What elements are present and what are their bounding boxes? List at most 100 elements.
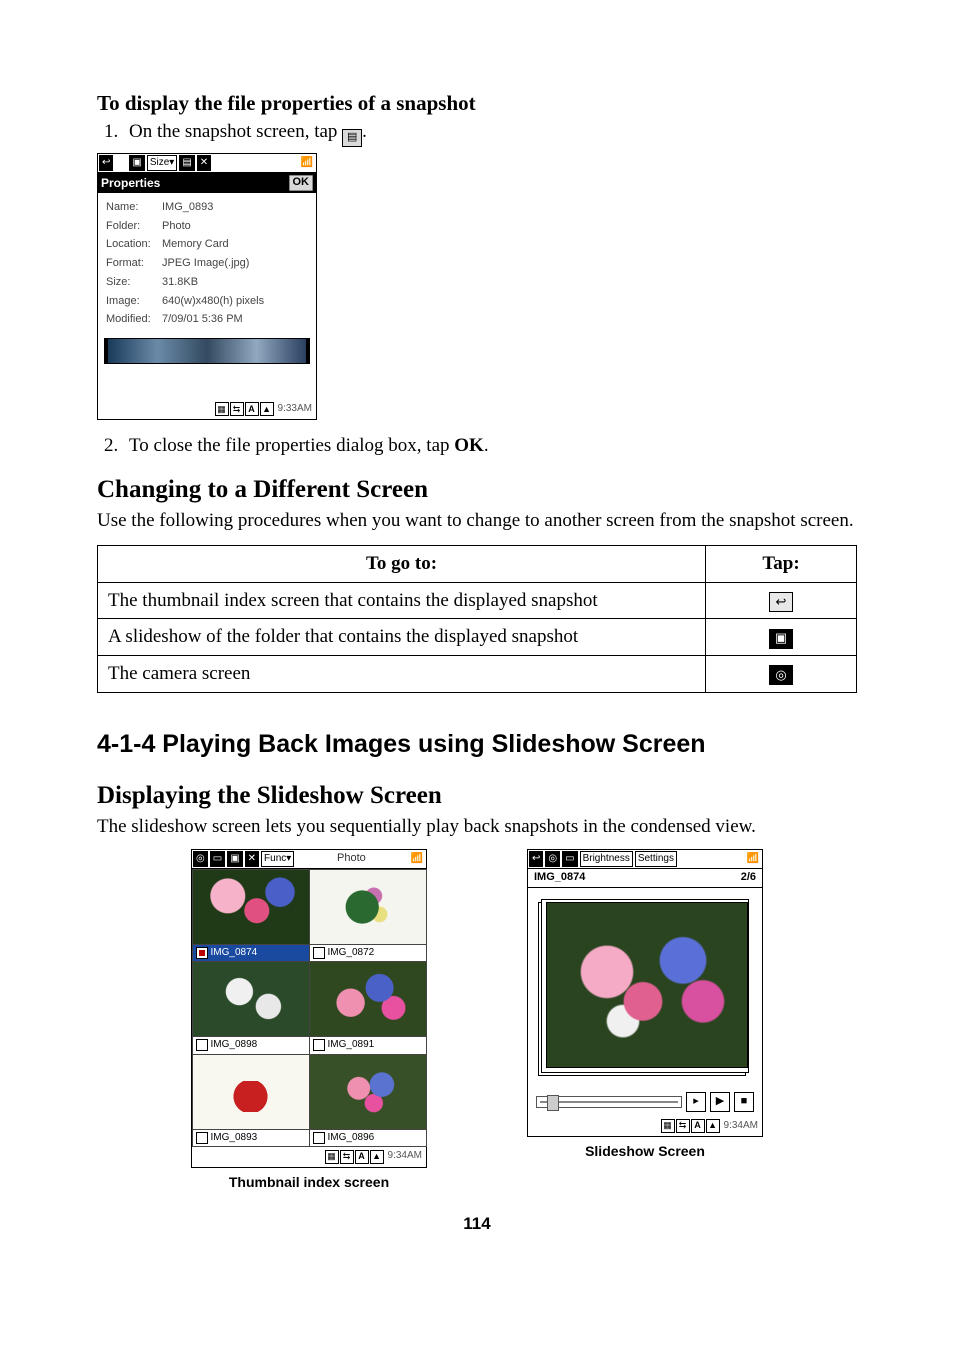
- antenna-icon: 📶: [745, 852, 761, 866]
- chevron-down-icon: ▾: [286, 853, 291, 866]
- properties-screenshot: ↩ ▣ Size▾ ▤ ✕ 📶 Properties OK Name:IMG_0…: [97, 153, 317, 420]
- thumbnail-name: IMG_0896: [328, 1132, 375, 1145]
- nav-header-tap: Tap:: [706, 545, 857, 582]
- thumbnail-index-icon[interactable]: ↩: [769, 592, 793, 612]
- thumb-top-bar: ◎ ▭ ▣ ✕ Func▾ Photo 📶: [192, 850, 426, 869]
- thumbnail-name: IMG_0874: [211, 947, 258, 960]
- up-arrow-icon: ▲: [260, 402, 274, 416]
- progress-slider[interactable]: [536, 1096, 682, 1108]
- sync-icon: ⇆: [340, 1150, 354, 1164]
- clock-time: 9:33AM: [278, 403, 312, 416]
- up-arrow-icon: ▲: [706, 1119, 720, 1133]
- heading-changing-screen: Changing to a Different Screen: [97, 474, 857, 505]
- slide-image-stack: [536, 896, 754, 1078]
- thumbnail-grid: IMG_0874 IMG_0872 IMG_0898 IMG_0891 IMG_…: [192, 869, 426, 1147]
- paragraph-display-slideshow: The slideshow screen lets you sequential…: [97, 815, 857, 839]
- sync-icon: ⇆: [230, 402, 244, 416]
- thumbnail-cell[interactable]: IMG_0891: [309, 961, 427, 1055]
- stop-button[interactable]: ■: [734, 1092, 754, 1112]
- antenna-icon: 📶: [299, 156, 315, 170]
- thumb-type-icon: [196, 1039, 208, 1051]
- menu-icon: ▦: [661, 1119, 675, 1133]
- func-dropdown: Func▾: [261, 851, 294, 867]
- prop-value-folder: Photo: [162, 220, 191, 234]
- properties-title: Properties: [101, 176, 160, 191]
- step-2-text-a: To close the file properties dialog box,…: [129, 435, 454, 456]
- folder-label: Photo: [295, 852, 407, 866]
- prop-label-size: Size:: [106, 276, 162, 290]
- settings-button[interactable]: Settings: [635, 851, 677, 867]
- slide-current-image: [546, 902, 748, 1068]
- step-1-text-b: .: [362, 121, 367, 142]
- up-arrow-icon: ▲: [370, 1150, 384, 1164]
- prop-value-size: 31.8KB: [162, 276, 198, 290]
- text-a-icon: A: [245, 402, 259, 416]
- nav-row-thumb-text: The thumbnail index screen that contains…: [98, 582, 706, 619]
- camera-nav-icon[interactable]: ◎: [769, 665, 793, 685]
- slide-counter: 2/6: [741, 871, 756, 885]
- properties-title-bar: Properties OK: [98, 173, 316, 193]
- page-number: 114: [97, 1213, 857, 1234]
- camera-icon: ◎: [193, 851, 208, 867]
- thumb-type-icon: [196, 947, 208, 959]
- delete-icon: ✕: [197, 155, 211, 171]
- paragraph-changing-screen: Use the following procedures when you wa…: [97, 509, 857, 533]
- nav-row-camera-text: The camera screen: [98, 656, 706, 693]
- thumbnail-cell[interactable]: IMG_0898: [192, 961, 310, 1055]
- size-dropdown: Size▾: [147, 155, 177, 171]
- prop-label-image: Image:: [106, 295, 162, 309]
- delete-small-icon: ✕: [245, 851, 259, 867]
- slideshow-small-icon: ▣: [227, 851, 242, 867]
- slide-sub-bar: IMG_0874 2/6: [528, 869, 762, 888]
- prop-label-folder: Folder:: [106, 220, 162, 234]
- play-button[interactable]: ▶: [710, 1092, 730, 1112]
- thumbnail-caption: Thumbnail index screen: [229, 1174, 389, 1192]
- thumbnail-cell[interactable]: IMG_0896: [309, 1054, 427, 1148]
- camera-icon: ◎: [545, 851, 560, 867]
- slideshow-icon: ▣: [129, 155, 144, 171]
- thumbnail-name: IMG_0891: [328, 1039, 375, 1052]
- ok-button[interactable]: OK: [289, 175, 314, 191]
- prop-value-name: IMG_0893: [162, 201, 213, 215]
- thumbnail-name: IMG_0898: [211, 1039, 258, 1052]
- prop-value-modified: 7/09/01 5:36 PM: [162, 313, 243, 327]
- step-2: To close the file properties dialog box,…: [123, 434, 857, 458]
- prop-label-name: Name:: [106, 201, 162, 215]
- properties-toolbar-icon: ▤: [179, 155, 194, 171]
- step-button[interactable]: ▸: [686, 1092, 706, 1112]
- nav-header-goto: To go to:: [98, 545, 706, 582]
- step-1-text-a: On the snapshot screen, tap: [129, 121, 342, 142]
- clock-time: 9:34AM: [388, 1150, 422, 1163]
- slide-image-name: IMG_0874: [534, 871, 585, 885]
- menu-icon: ▦: [325, 1150, 339, 1164]
- slide-top-bar: ↩ ◎ ▭ Brightness Settings 📶: [528, 850, 762, 869]
- prop-label-format: Format:: [106, 257, 162, 271]
- thumbnail-cell[interactable]: IMG_0872: [309, 869, 427, 963]
- heading-4-1-4: 4-1-4 Playing Back Images using Slidesho…: [97, 729, 857, 760]
- antenna-icon: 📶: [409, 852, 425, 866]
- view-icon: ▭: [562, 851, 577, 867]
- thumbnail-strip: [104, 338, 310, 364]
- text-a-icon: A: [691, 1119, 705, 1133]
- slide-controls: ▸ ▶ ■: [528, 1086, 762, 1116]
- menu-icon: ▦: [215, 402, 229, 416]
- view-icon: ▭: [210, 851, 225, 867]
- properties-body: Name:IMG_0893 Folder:Photo Location:Memo…: [98, 193, 316, 336]
- thumb-type-icon: [313, 947, 325, 959]
- thumbnail-cell[interactable]: IMG_0874: [192, 869, 310, 963]
- device-bottom-bar: ▦ ⇆ A ▲ 9:33AM: [98, 400, 316, 419]
- thumb-type-icon: [313, 1132, 325, 1144]
- back-icon: ↩: [99, 155, 113, 171]
- thumbnail-name: IMG_0893: [211, 1132, 258, 1145]
- clock-time: 9:34AM: [724, 1120, 758, 1133]
- prop-label-modified: Modified:: [106, 313, 162, 327]
- thumbnail-index-screenshot: ◎ ▭ ▣ ✕ Func▾ Photo 📶 IMG_0874 IMG_0872 …: [191, 849, 427, 1168]
- text-a-icon: A: [355, 1150, 369, 1164]
- properties-icon: ▤: [342, 129, 362, 147]
- slideshow-nav-icon[interactable]: ▣: [769, 629, 793, 649]
- thumb-bottom-bar: ▦ ⇆ A ▲ 9:34AM: [192, 1147, 426, 1167]
- brightness-button[interactable]: Brightness: [580, 851, 633, 867]
- slide-bottom-bar: ▦ ⇆ A ▲ 9:34AM: [528, 1116, 762, 1136]
- thumbnail-cell[interactable]: IMG_0893: [192, 1054, 310, 1148]
- back-icon: ↩: [529, 851, 543, 867]
